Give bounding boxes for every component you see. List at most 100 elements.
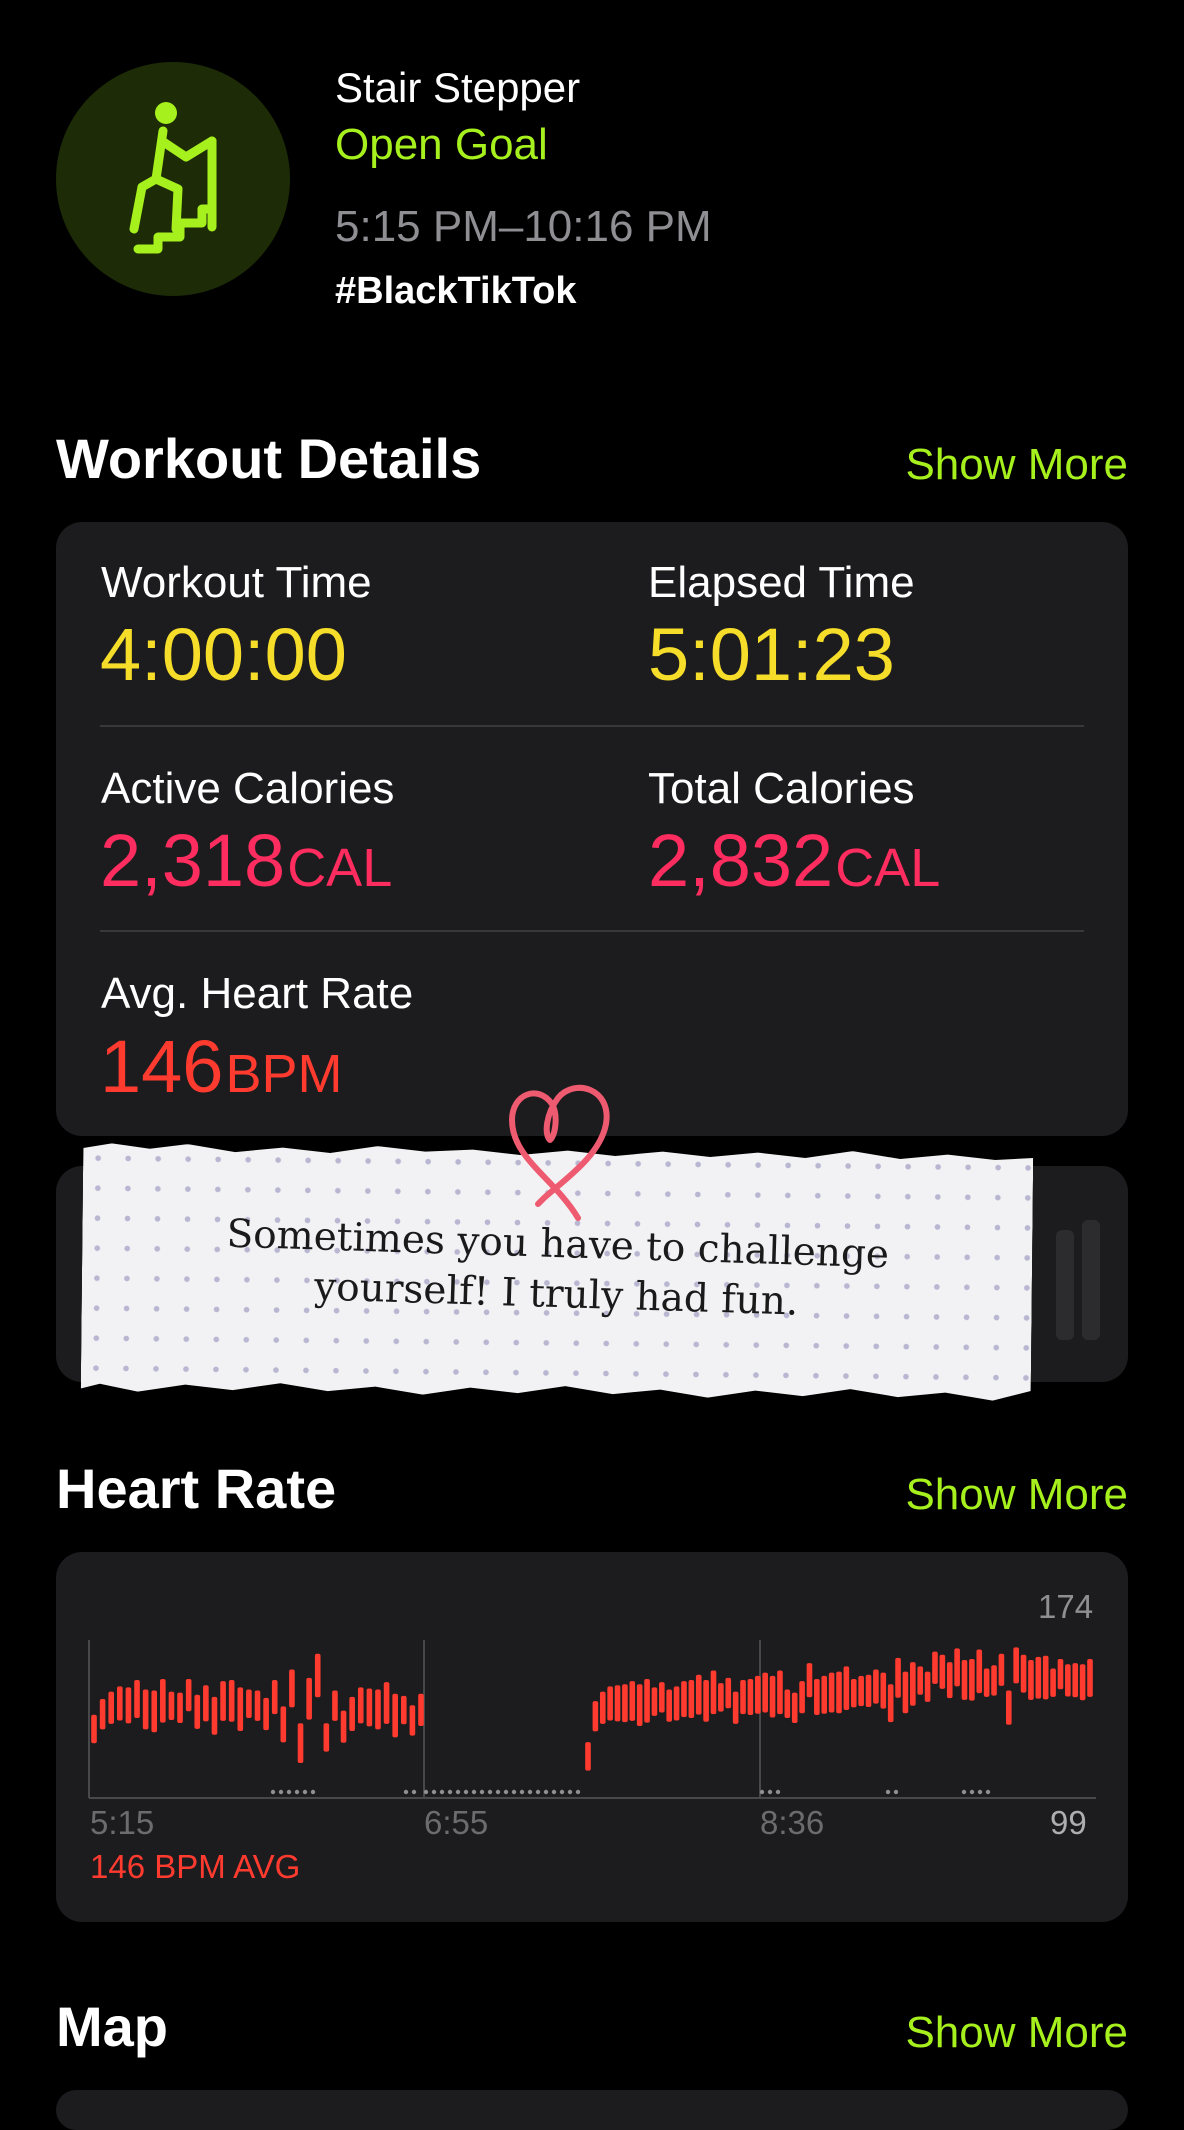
chart-gap-dot <box>423 1789 429 1795</box>
chart-gap-dot <box>479 1789 485 1795</box>
workout-details-show-more[interactable]: Show More <box>905 440 1128 490</box>
heart-rate-bar <box>357 1687 364 1724</box>
heart-rate-bar <box>954 1648 960 1687</box>
chart-gap-dot <box>885 1789 891 1795</box>
heart-rate-bar <box>297 1723 304 1764</box>
heart-rate-bar <box>585 1742 591 1771</box>
heart-rate-bar <box>850 1678 857 1708</box>
total-calories-label: Total Calories <box>648 764 915 813</box>
heart-rate-bar <box>666 1689 673 1722</box>
heart-rate-bar <box>983 1668 990 1697</box>
chart-gap-dot <box>487 1789 493 1795</box>
chart-gap-dot <box>302 1789 308 1795</box>
workout-tag: #BlackTikTok <box>335 270 577 312</box>
heart-rate-bar <box>194 1694 201 1729</box>
heart-rate-bar <box>375 1689 381 1730</box>
heart-rate-bar <box>306 1677 312 1720</box>
heart-rate-bar <box>1020 1654 1027 1693</box>
heart-rate-bar <box>1050 1668 1056 1697</box>
heart-rate-bar <box>976 1649 983 1694</box>
heart-rate-bar <box>880 1672 887 1709</box>
heart-rate-bar <box>271 1680 278 1715</box>
heart-rate-bar <box>1013 1647 1019 1684</box>
chart-gap-dot <box>985 1789 991 1795</box>
heart-rate-bar <box>1042 1655 1049 1700</box>
heart-rate-bar <box>409 1705 416 1736</box>
heart-rate-bar <box>134 1680 140 1718</box>
avg-heart-rate-label: Avg. Heart Rate <box>101 969 414 1018</box>
heart-rate-bar <box>895 1657 901 1698</box>
heart-rate-bar <box>280 1706 287 1743</box>
heart-rate-show-more[interactable]: Show More <box>905 1470 1128 1520</box>
heart-rate-bar <box>806 1663 813 1698</box>
heart-rate-bar <box>263 1697 269 1731</box>
heart-rate-bar <box>681 1681 687 1718</box>
heart-rate-bar <box>289 1669 295 1708</box>
heart-rate-title: Heart Rate <box>56 1457 337 1520</box>
heart-rate-bar <box>673 1686 680 1721</box>
chart-bars <box>91 1647 1093 1771</box>
heart-rate-bar <box>784 1689 791 1718</box>
stair-stepper-figure-icon <box>129 102 217 254</box>
chart-gap-dot <box>551 1789 557 1795</box>
heart-rate-bar <box>814 1678 820 1715</box>
chart-x-tick: 6:55 <box>424 1804 489 1841</box>
heart-rate-bar <box>769 1675 776 1718</box>
map-show-more[interactable]: Show More <box>905 2008 1128 2058</box>
map-card[interactable] <box>56 2090 1128 2130</box>
heart-rate-bar <box>614 1685 621 1722</box>
heart-rate-bar <box>732 1691 739 1724</box>
heart-rate-bar <box>160 1678 166 1723</box>
chart-x-tick: 8:36 <box>760 1804 825 1841</box>
active-calories-label: Active Calories <box>101 764 395 813</box>
heart-rate-bar <box>185 1678 192 1712</box>
heart-rate-bar <box>117 1686 123 1721</box>
heart-rate-bar <box>821 1675 828 1714</box>
bar-chart-icon <box>1056 1230 1074 1340</box>
heart-rate-bar <box>629 1681 636 1721</box>
heart-rate-bar <box>836 1671 842 1714</box>
heart-rate-bar <box>340 1710 347 1743</box>
heart-rate-bar <box>125 1687 132 1724</box>
heart-rate-bar <box>1028 1660 1034 1700</box>
heart-rate-bar <box>91 1714 97 1744</box>
chart-gap-dot <box>567 1789 573 1795</box>
heart-rate-bar <box>383 1682 390 1724</box>
heart-rate-bar <box>777 1670 783 1715</box>
heart-rate-bar <box>211 1696 218 1735</box>
workout-details-title: Workout Details <box>56 427 482 490</box>
chart-gap-dot <box>961 1789 967 1795</box>
heart-rate-bar <box>1005 1690 1012 1725</box>
heart-rate-bar <box>392 1693 398 1738</box>
heart-rate-bar <box>636 1684 643 1726</box>
chart-gap-dot <box>543 1789 549 1795</box>
chart-gap-dot <box>447 1789 453 1795</box>
heart-rate-bar <box>246 1689 252 1718</box>
heart-rate-bar <box>314 1653 321 1698</box>
heart-rate-bar <box>203 1685 209 1722</box>
chart-gap-dot <box>767 1789 773 1795</box>
heart-rate-bar <box>228 1680 235 1722</box>
heart-rate-bar <box>1065 1664 1071 1697</box>
heart-rate-bar <box>651 1687 658 1716</box>
chart-gap-dot <box>527 1789 533 1795</box>
heart-rate-bar <box>607 1686 613 1721</box>
heart-rate-bar <box>910 1662 916 1706</box>
chart-gap-dot <box>455 1789 461 1795</box>
workout-goal: Open Goal <box>335 120 548 169</box>
heart-rate-bar <box>237 1687 244 1732</box>
elapsed-time-value: 5:01:23 <box>648 613 895 696</box>
chart-gap-dot <box>575 1789 581 1795</box>
heart-rate-avg-label: 146 BPM AVG <box>90 1848 301 1885</box>
heart-rate-bar <box>740 1680 746 1715</box>
heart-rate-bar <box>873 1669 879 1704</box>
chart-gap-dot <box>310 1789 316 1795</box>
heart-rate-bar <box>1072 1663 1079 1698</box>
heart-rate-bar <box>108 1691 115 1724</box>
bar-chart-icon <box>1082 1220 1100 1340</box>
heart-rate-bar <box>946 1662 953 1699</box>
divider <box>100 725 1084 727</box>
map-title: Map <box>56 1995 168 2058</box>
heart-rate-bar <box>843 1666 850 1710</box>
heart-rate-bar <box>747 1678 754 1715</box>
